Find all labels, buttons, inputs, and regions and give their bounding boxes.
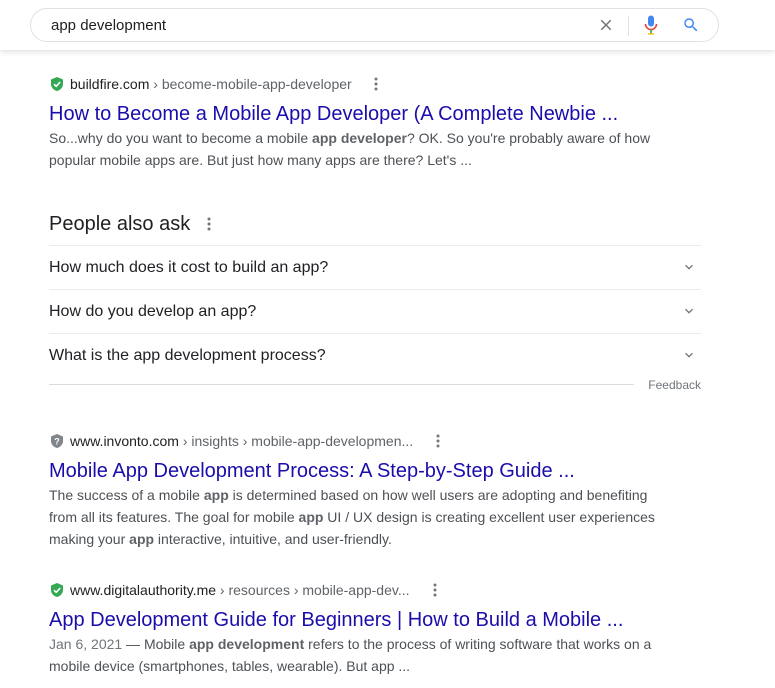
chevron-down-icon	[685, 308, 693, 314]
snippet-keyword: app	[298, 509, 324, 525]
search-box[interactable]	[30, 8, 719, 42]
snippet-keyword: app development	[189, 636, 305, 652]
snippet-text: interactive, intuitive, and user-friendl…	[154, 531, 392, 547]
result-cite[interactable]: buildfire.com › become-mobile-app-develo…	[49, 74, 669, 94]
paa-title: People also ask	[49, 213, 191, 235]
snippet-text: — Mobile	[122, 636, 190, 652]
more-options-icon[interactable]	[368, 76, 384, 92]
unverified-shield-icon: ?	[51, 434, 63, 448]
result-url: www.invonto.com › insights › mobile-app-…	[70, 431, 413, 451]
search-divider	[628, 16, 629, 36]
result-title-link[interactable]: Mobile App Development Process: A Step-b…	[49, 458, 669, 484]
result-snippet: Jan 6, 2021 — Mobile app development ref…	[49, 633, 669, 677]
result-cite[interactable]: www.digitalauthority.me › resources › mo…	[49, 580, 669, 600]
snippet-text: The success of a mobile	[49, 487, 204, 503]
verified-shield-icon	[51, 583, 63, 597]
result-domain: buildfire.com	[70, 76, 150, 92]
more-options-icon[interactable]	[201, 216, 217, 232]
result-domain: www.invonto.com	[70, 433, 179, 449]
result-url: buildfire.com › become-mobile-app-develo…	[70, 74, 352, 94]
result-domain: www.digitalauthority.me	[70, 582, 217, 598]
result-snippet: So...why do you want to become a mobile …	[49, 127, 669, 171]
result-title-link[interactable]: App Development Guide for Beginners | Ho…	[49, 607, 669, 633]
result-path: › resources › mobile-app-dev...	[216, 582, 410, 598]
paa-question[interactable]: What is the app development process?	[49, 333, 701, 377]
paa-question[interactable]: How do you develop an app?	[49, 289, 701, 333]
paa-divider	[49, 384, 634, 385]
paa-footer: Feedback	[49, 377, 701, 409]
search-result: ? www.invonto.com › insights › mobile-ap…	[49, 431, 669, 550]
more-options-icon[interactable]	[427, 582, 443, 598]
result-path: › insights › mobile-app-developmen...	[178, 433, 414, 449]
snippet-keyword: app developer	[312, 130, 407, 146]
chevron-down-icon	[685, 352, 693, 358]
feedback-link[interactable]: Feedback	[648, 377, 701, 393]
snippet-keyword: app	[129, 531, 155, 547]
close-icon[interactable]	[597, 16, 615, 34]
search-icon[interactable]	[682, 16, 700, 34]
chevron-down-icon	[685, 264, 693, 270]
more-options-icon[interactable]	[430, 433, 446, 449]
search-input[interactable]	[51, 9, 591, 41]
people-also-ask: People also ask How much does it cost to…	[49, 208, 701, 409]
paa-header: People also ask	[49, 208, 701, 240]
search-header	[0, 0, 775, 50]
verified-shield-icon	[51, 77, 63, 91]
paa-question-text: How much does it cost to build an app?	[49, 259, 329, 276]
result-title-link[interactable]: How to Become a Mobile App Developer (A …	[49, 101, 669, 127]
snippet-keyword: app	[203, 487, 229, 503]
result-snippet: The success of a mobile app is determine…	[49, 484, 669, 550]
result-cite[interactable]: ? www.invonto.com › insights › mobile-ap…	[49, 431, 669, 451]
microphone-icon[interactable]	[643, 15, 659, 35]
result-date: Jan 6, 2021	[49, 636, 123, 652]
search-result: buildfire.com › become-mobile-app-develo…	[49, 74, 669, 171]
paa-question-text: How do you develop an app?	[49, 303, 257, 320]
search-result: www.digitalauthority.me › resources › mo…	[49, 580, 669, 677]
paa-question[interactable]: How much does it cost to build an app?	[49, 245, 701, 289]
result-url: www.digitalauthority.me › resources › mo…	[70, 580, 410, 600]
result-path: › become-mobile-app-developer	[149, 76, 352, 92]
svg-text:?: ?	[54, 437, 60, 447]
paa-question-text: What is the app development process?	[49, 347, 326, 364]
snippet-text: So...why do you want to become a mobile	[49, 130, 313, 146]
